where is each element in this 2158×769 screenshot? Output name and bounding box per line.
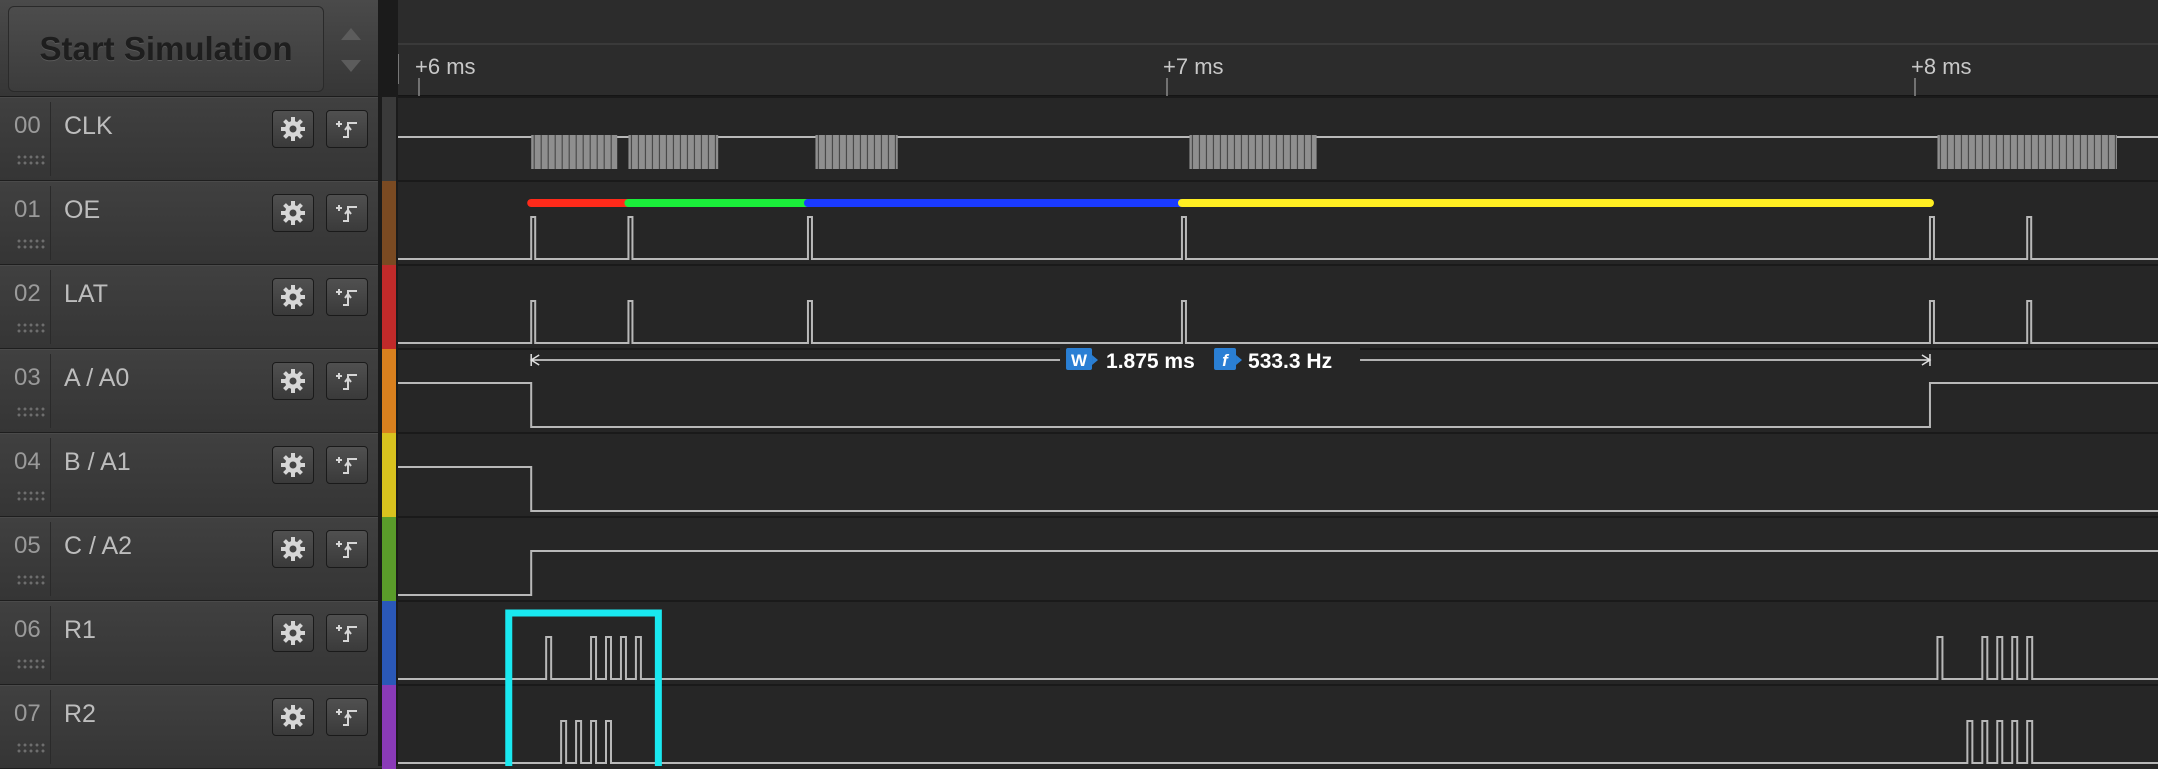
- channel-row[interactable]: 03 A / A0: [0, 349, 382, 433]
- channel-sidebar: Start Simulation 00 CLK 01 OE 02 LAT 03 …: [0, 0, 382, 769]
- channel-color-strip: [382, 433, 396, 517]
- timeline-tick-label: +8 ms: [1911, 54, 1972, 79]
- channel-index: 07: [14, 700, 41, 727]
- channel-index-box: 01: [6, 186, 51, 260]
- channel-name: A / A0: [64, 364, 130, 392]
- gear-icon: [281, 285, 305, 309]
- channel-trigger-button[interactable]: [326, 110, 368, 148]
- trigger-edge-icon: [336, 205, 357, 222]
- channel-row[interactable]: 00 CLK: [0, 97, 382, 181]
- channel-settings-button[interactable]: [272, 698, 314, 736]
- width-badge-label: W: [1071, 351, 1088, 370]
- gear-icon: [281, 369, 305, 393]
- channel-trigger-button[interactable]: [326, 446, 368, 484]
- drag-handle-icon[interactable]: [16, 322, 46, 334]
- trigger-edge-icon: [336, 541, 357, 558]
- channel-trigger-button[interactable]: [326, 698, 368, 736]
- channel-name: R2: [64, 700, 96, 728]
- trigger-edge-icon: [336, 121, 357, 138]
- channel-row[interactable]: 02 LAT: [0, 265, 382, 349]
- channel-trigger-button[interactable]: [326, 194, 368, 232]
- channel-settings-button[interactable]: [272, 110, 314, 148]
- sidebar-toolbar: Start Simulation: [0, 0, 382, 98]
- drag-handle-icon[interactable]: [16, 238, 46, 250]
- gear-icon: [281, 201, 305, 225]
- clock-burst: [1937, 135, 2117, 169]
- chevron-down-icon[interactable]: [338, 56, 364, 78]
- trigger-edge-icon: [336, 709, 357, 726]
- channel-trigger-button[interactable]: [326, 362, 368, 400]
- channel-settings-button[interactable]: [272, 530, 314, 568]
- channel-settings-button[interactable]: [272, 194, 314, 232]
- channel-trigger-button[interactable]: [326, 530, 368, 568]
- channel-name: R1: [64, 616, 96, 644]
- channel-row[interactable]: 06 R1: [0, 601, 382, 685]
- channel-row[interactable]: 07 R2: [0, 685, 382, 769]
- channel-row[interactable]: 05 C / A2: [0, 517, 382, 601]
- drag-handle-icon[interactable]: [16, 406, 46, 418]
- channel-index: 00: [14, 112, 41, 139]
- trigger-edge-icon: [336, 373, 357, 390]
- drag-handle-icon[interactable]: [16, 490, 46, 502]
- channel-name: OE: [64, 196, 101, 224]
- chevron-up-icon[interactable]: [338, 22, 364, 44]
- channel-index-box: 02: [6, 270, 51, 344]
- channel-settings-button[interactable]: [272, 614, 314, 652]
- channel-index-box: 04: [6, 438, 51, 512]
- channel-settings-button[interactable]: [272, 278, 314, 316]
- channel-index: 02: [14, 280, 41, 307]
- gear-icon: [281, 453, 305, 477]
- channel-name: CLK: [64, 112, 113, 140]
- channel-row[interactable]: 01 OE: [0, 181, 382, 265]
- channel-color-strip: [382, 685, 396, 769]
- channel-index: 03: [14, 364, 41, 391]
- waveform-canvas[interactable]: +6 ms +7 ms +8 msW 1.875 ms f 533.3 Hz: [398, 0, 2158, 766]
- channel-trigger-button[interactable]: [326, 614, 368, 652]
- drag-handle-icon[interactable]: [16, 742, 46, 754]
- channel-name: C / A2: [64, 532, 133, 560]
- plot-background: [398, 0, 2158, 766]
- frequency-value: 533.3 Hz: [1248, 350, 1332, 373]
- channel-index-box: 03: [6, 354, 51, 428]
- trigger-edge-icon: [336, 289, 357, 306]
- channel-index: 05: [14, 532, 41, 559]
- waveform-plot[interactable]: +6 ms +7 ms +8 ms W 1.875 ms f 533.3 Hz: [398, 0, 2158, 766]
- channel-index-box: 07: [6, 690, 51, 764]
- channel-settings-button[interactable]: [272, 362, 314, 400]
- width-value: 1.875 ms: [1106, 350, 1195, 373]
- channel-trigger-button[interactable]: [326, 278, 368, 316]
- channel-color-strip: [382, 265, 396, 349]
- channel-color-strip: [382, 181, 396, 265]
- channel-index-box: 00: [6, 102, 51, 176]
- channel-index: 06: [14, 616, 41, 643]
- channel-row[interactable]: 04 B / A1: [0, 433, 382, 517]
- gear-icon: [281, 705, 305, 729]
- channel-name: LAT: [64, 280, 108, 308]
- timeline-tick-label: +6 ms: [415, 54, 476, 79]
- channel-name: B / A1: [64, 448, 131, 476]
- scroll-grip-icon[interactable]: [398, 54, 399, 84]
- channel-color-strip: [382, 517, 396, 601]
- gear-icon: [281, 621, 305, 645]
- gear-icon: [281, 537, 305, 561]
- timeline-tick-label: +7 ms: [1163, 54, 1224, 79]
- channel-index-box: 05: [6, 522, 51, 596]
- trigger-edge-icon: [336, 625, 357, 642]
- start-simulation-button[interactable]: Start Simulation: [8, 6, 324, 92]
- channel-settings-button[interactable]: [272, 446, 314, 484]
- timeline-header: [398, 0, 2158, 96]
- channel-index-box: 06: [6, 606, 51, 680]
- channel-color-strip: [382, 601, 396, 685]
- channel-color-strip: [382, 97, 396, 181]
- gear-icon: [281, 117, 305, 141]
- trigger-edge-icon: [336, 457, 357, 474]
- drag-handle-icon[interactable]: [16, 574, 46, 586]
- simulation-stepper[interactable]: [328, 6, 374, 90]
- channel-color-strip: [382, 349, 396, 433]
- channel-index: 01: [14, 196, 41, 223]
- drag-handle-icon[interactable]: [16, 658, 46, 670]
- channel-index: 04: [14, 448, 41, 475]
- clock-burst: [815, 135, 898, 169]
- drag-handle-icon[interactable]: [16, 154, 46, 166]
